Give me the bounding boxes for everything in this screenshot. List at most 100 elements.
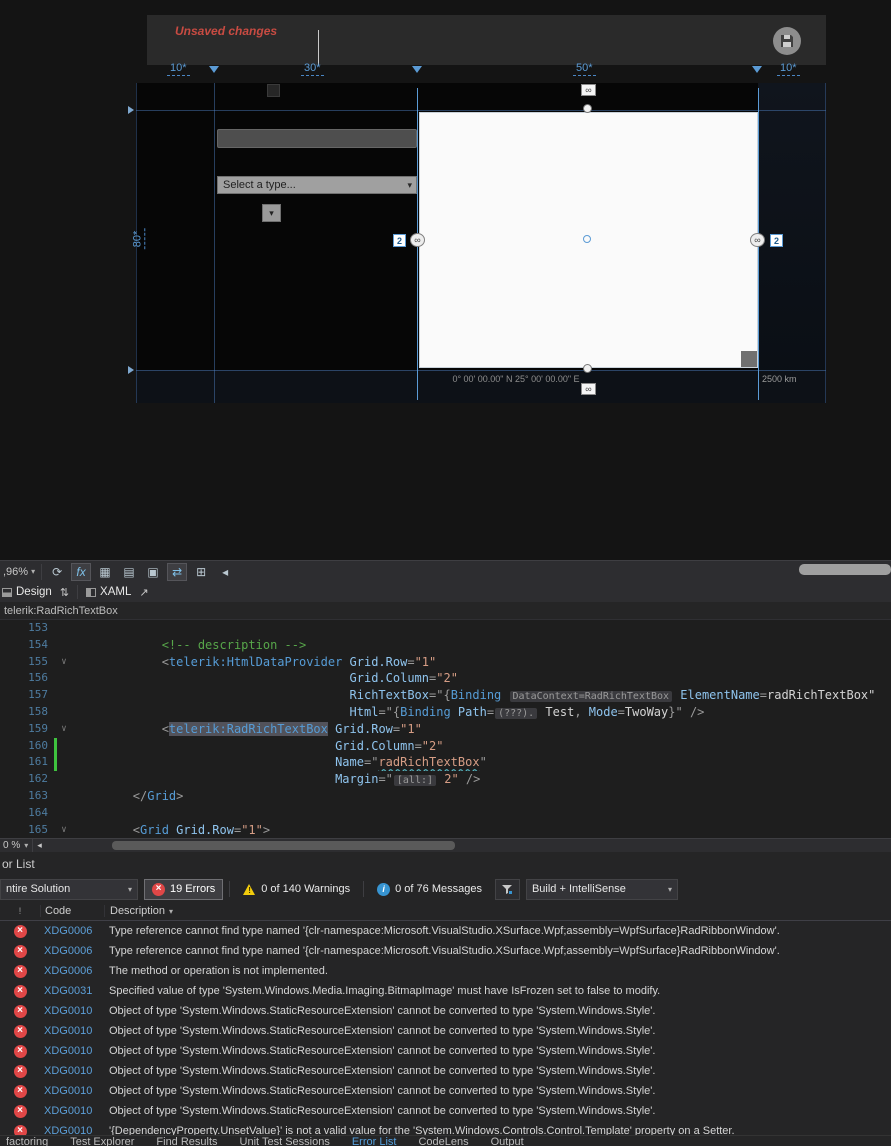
- resize-handle-top[interactable]: [583, 104, 592, 113]
- dropdown-button-control[interactable]: ▾: [262, 204, 281, 222]
- xaml-editor[interactable]: 153 154 <!-- description --> 155 ∨ <telerik…: [0, 620, 891, 838]
- source-filter-dropdown[interactable]: Build + IntelliSense ▾: [525, 878, 678, 900]
- breadcrumb-path[interactable]: telerik:RadRichTextBox: [4, 605, 118, 617]
- horizontal-scrollbar-thumb[interactable]: [799, 564, 891, 575]
- breadcrumb[interactable]: telerik:RadRichTextBox: [0, 602, 891, 620]
- error-icon: ×: [152, 882, 165, 896]
- fold-toggle-icon: [57, 620, 71, 637]
- combobox-control[interactable]: Select a type... ▾: [217, 176, 417, 194]
- error-description: Type reference cannot find type named '{…: [109, 925, 780, 937]
- artboard-background-icon[interactable]: ▣: [143, 563, 163, 581]
- panel-tab-unit-test-sessions[interactable]: Unit Test Sessions: [240, 1136, 330, 1146]
- snap-to-snaplines-icon[interactable]: ⊞: [191, 563, 211, 581]
- editor-scrollbar-thumb[interactable]: [112, 841, 455, 850]
- code-line[interactable]: 160 Grid.Column="2": [0, 737, 891, 755]
- error-row[interactable]: × XDG0010 Object of type 'System.Windows.S…: [0, 1081, 891, 1101]
- fold-toggle-icon[interactable]: ∨: [57, 822, 71, 838]
- swap-panes-icon[interactable]: ⇅: [60, 586, 69, 599]
- editor-zoom-value[interactable]: 0 %: [3, 840, 20, 851]
- fit-selection-icon[interactable]: ⟳: [47, 563, 67, 581]
- grid-row-line[interactable]: [136, 370, 826, 371]
- panel-tab-test-explorer[interactable]: Test Explorer: [70, 1136, 134, 1146]
- grid-line-marker-icon[interactable]: [412, 66, 422, 73]
- scroll-left-icon[interactable]: ◂: [37, 840, 42, 851]
- code-token: <: [75, 822, 141, 837]
- margin-anchor-left-icon[interactable]: ∞: [410, 233, 425, 247]
- panel-tab-factoring[interactable]: factoring: [6, 1136, 48, 1146]
- error-description: Object of type 'System.Windows.StaticRes…: [109, 1085, 656, 1097]
- margin-anchor-bottom-icon[interactable]: ∞: [581, 383, 596, 395]
- overflow-arrow-icon[interactable]: ◂: [215, 563, 235, 581]
- snaplines-icon[interactable]: ⇄: [167, 562, 188, 581]
- textbox-control[interactable]: [217, 129, 417, 148]
- severity-column-header[interactable]: !: [0, 906, 40, 916]
- code-line[interactable]: 157 RichTextBox="{Binding DataContext=Ra…: [0, 687, 891, 704]
- code-line[interactable]: 153: [0, 620, 891, 637]
- code-line[interactable]: 158 Html="{Binding Path= (???). Test, Mod…: [0, 704, 891, 721]
- panel-tab-find-results[interactable]: Find Results: [156, 1136, 217, 1146]
- show-gridlines-icon[interactable]: ▤: [119, 563, 139, 581]
- error-row[interactable]: × XDG0006 The method or operation is not i…: [0, 961, 891, 981]
- zoom-combo[interactable]: ,96% ▾: [3, 563, 43, 580]
- grid-row-label[interactable]: 80*: [131, 228, 146, 250]
- code-line[interactable]: 165 ∨ <Grid Grid.Row="1">: [0, 822, 891, 838]
- error-row[interactable]: × XDG0010 Object of type 'System.Windows.S…: [0, 1001, 891, 1021]
- error-icon: ×: [13, 1084, 27, 1098]
- panel-tab-error-list[interactable]: Error List: [352, 1136, 397, 1146]
- fold-toggle-icon[interactable]: ∨: [57, 721, 71, 738]
- code-line[interactable]: 154 <!-- description -->: [0, 637, 891, 654]
- code-line[interactable]: 164: [0, 805, 891, 822]
- resize-handle-bottom[interactable]: [583, 364, 592, 373]
- error-row[interactable]: × XDG0006 Type reference cannot find type …: [0, 921, 891, 941]
- tab-design[interactable]: Design: [2, 586, 52, 598]
- margin-value-left[interactable]: 2: [393, 234, 406, 247]
- resize-grip[interactable]: [741, 351, 757, 367]
- warnings-filter-button[interactable]: 0 of 140 Warnings: [236, 879, 357, 900]
- error-row[interactable]: × XDG0006 Type reference cannot find type …: [0, 941, 891, 961]
- code-line[interactable]: 155 ∨ <telerik:HtmlDataProvider Grid.Row=…: [0, 654, 891, 671]
- grid-line-marker-icon[interactable]: [209, 66, 219, 73]
- tab-xaml[interactable]: XAML: [86, 586, 131, 598]
- center-handle[interactable]: [583, 235, 591, 243]
- code-token: =: [407, 654, 415, 669]
- filter-button[interactable]: [494, 878, 520, 900]
- error-row[interactable]: × XDG0010 Object of type 'System.Windows.S…: [0, 1061, 891, 1081]
- save-button[interactable]: [773, 27, 801, 55]
- row-marker-icon[interactable]: [128, 366, 134, 374]
- scope-filter-dropdown[interactable]: ntire Solution ▾: [0, 878, 138, 900]
- error-row[interactable]: × XDG0010 Object of type 'System.Windows.S…: [0, 1021, 891, 1041]
- popout-icon[interactable]: ↗: [139, 586, 148, 599]
- margin-value-right[interactable]: 2: [770, 234, 783, 247]
- grid-row-line[interactable]: [136, 110, 826, 111]
- description-column-header[interactable]: Description ▾: [104, 905, 891, 917]
- margin-anchor-right-icon[interactable]: ∞: [750, 233, 765, 247]
- grid-line-marker-icon[interactable]: [752, 66, 762, 73]
- messages-filter-button[interactable]: i 0 of 76 Messages: [370, 879, 489, 900]
- severity-cell: ×: [0, 944, 40, 958]
- code-line[interactable]: 159 ∨ <telerik:RadRichTextBox Grid.Row="1…: [0, 721, 891, 738]
- panel-tab-codelens[interactable]: CodeLens: [418, 1136, 468, 1146]
- grid-column-label[interactable]: 10*: [167, 62, 190, 76]
- error-row[interactable]: × XDG0010 Object of type 'System.Windows.S…: [0, 1101, 891, 1121]
- error-row[interactable]: × XDG0010 Object of type 'System.Windows.S…: [0, 1041, 891, 1061]
- code-line[interactable]: 161 Name="radRichTextBox": [0, 754, 891, 772]
- grid-column-label[interactable]: 50*: [573, 62, 596, 76]
- grid-column-line[interactable]: [214, 83, 215, 403]
- effects-icon[interactable]: fx: [71, 562, 92, 581]
- code-column-header[interactable]: Code: [40, 905, 104, 917]
- fold-toggle-icon[interactable]: ∨: [57, 654, 71, 671]
- funnel-icon: [502, 884, 513, 894]
- row-marker-icon[interactable]: [128, 106, 134, 114]
- margin-anchor-top-icon[interactable]: ∞: [581, 84, 596, 96]
- snap-grid-icon[interactable]: ▦: [95, 563, 115, 581]
- code-line[interactable]: 156 Grid.Column="2": [0, 670, 891, 687]
- code-line[interactable]: 162 Margin=" [all:] 2" />: [0, 771, 891, 788]
- grid-column-label[interactable]: 30*: [301, 62, 324, 76]
- code-line[interactable]: 163 </Grid>: [0, 788, 891, 805]
- design-surface[interactable]: Unsaved changes 10* 30* 50* 10* 80* Select …: [0, 0, 891, 560]
- grid-column-label[interactable]: 10*: [777, 62, 800, 76]
- errors-filter-button[interactable]: × 19 Errors: [144, 878, 224, 900]
- error-row[interactable]: × XDG0031 Specified value of type 'System.…: [0, 981, 891, 1001]
- panel-tab-output[interactable]: Output: [491, 1136, 524, 1146]
